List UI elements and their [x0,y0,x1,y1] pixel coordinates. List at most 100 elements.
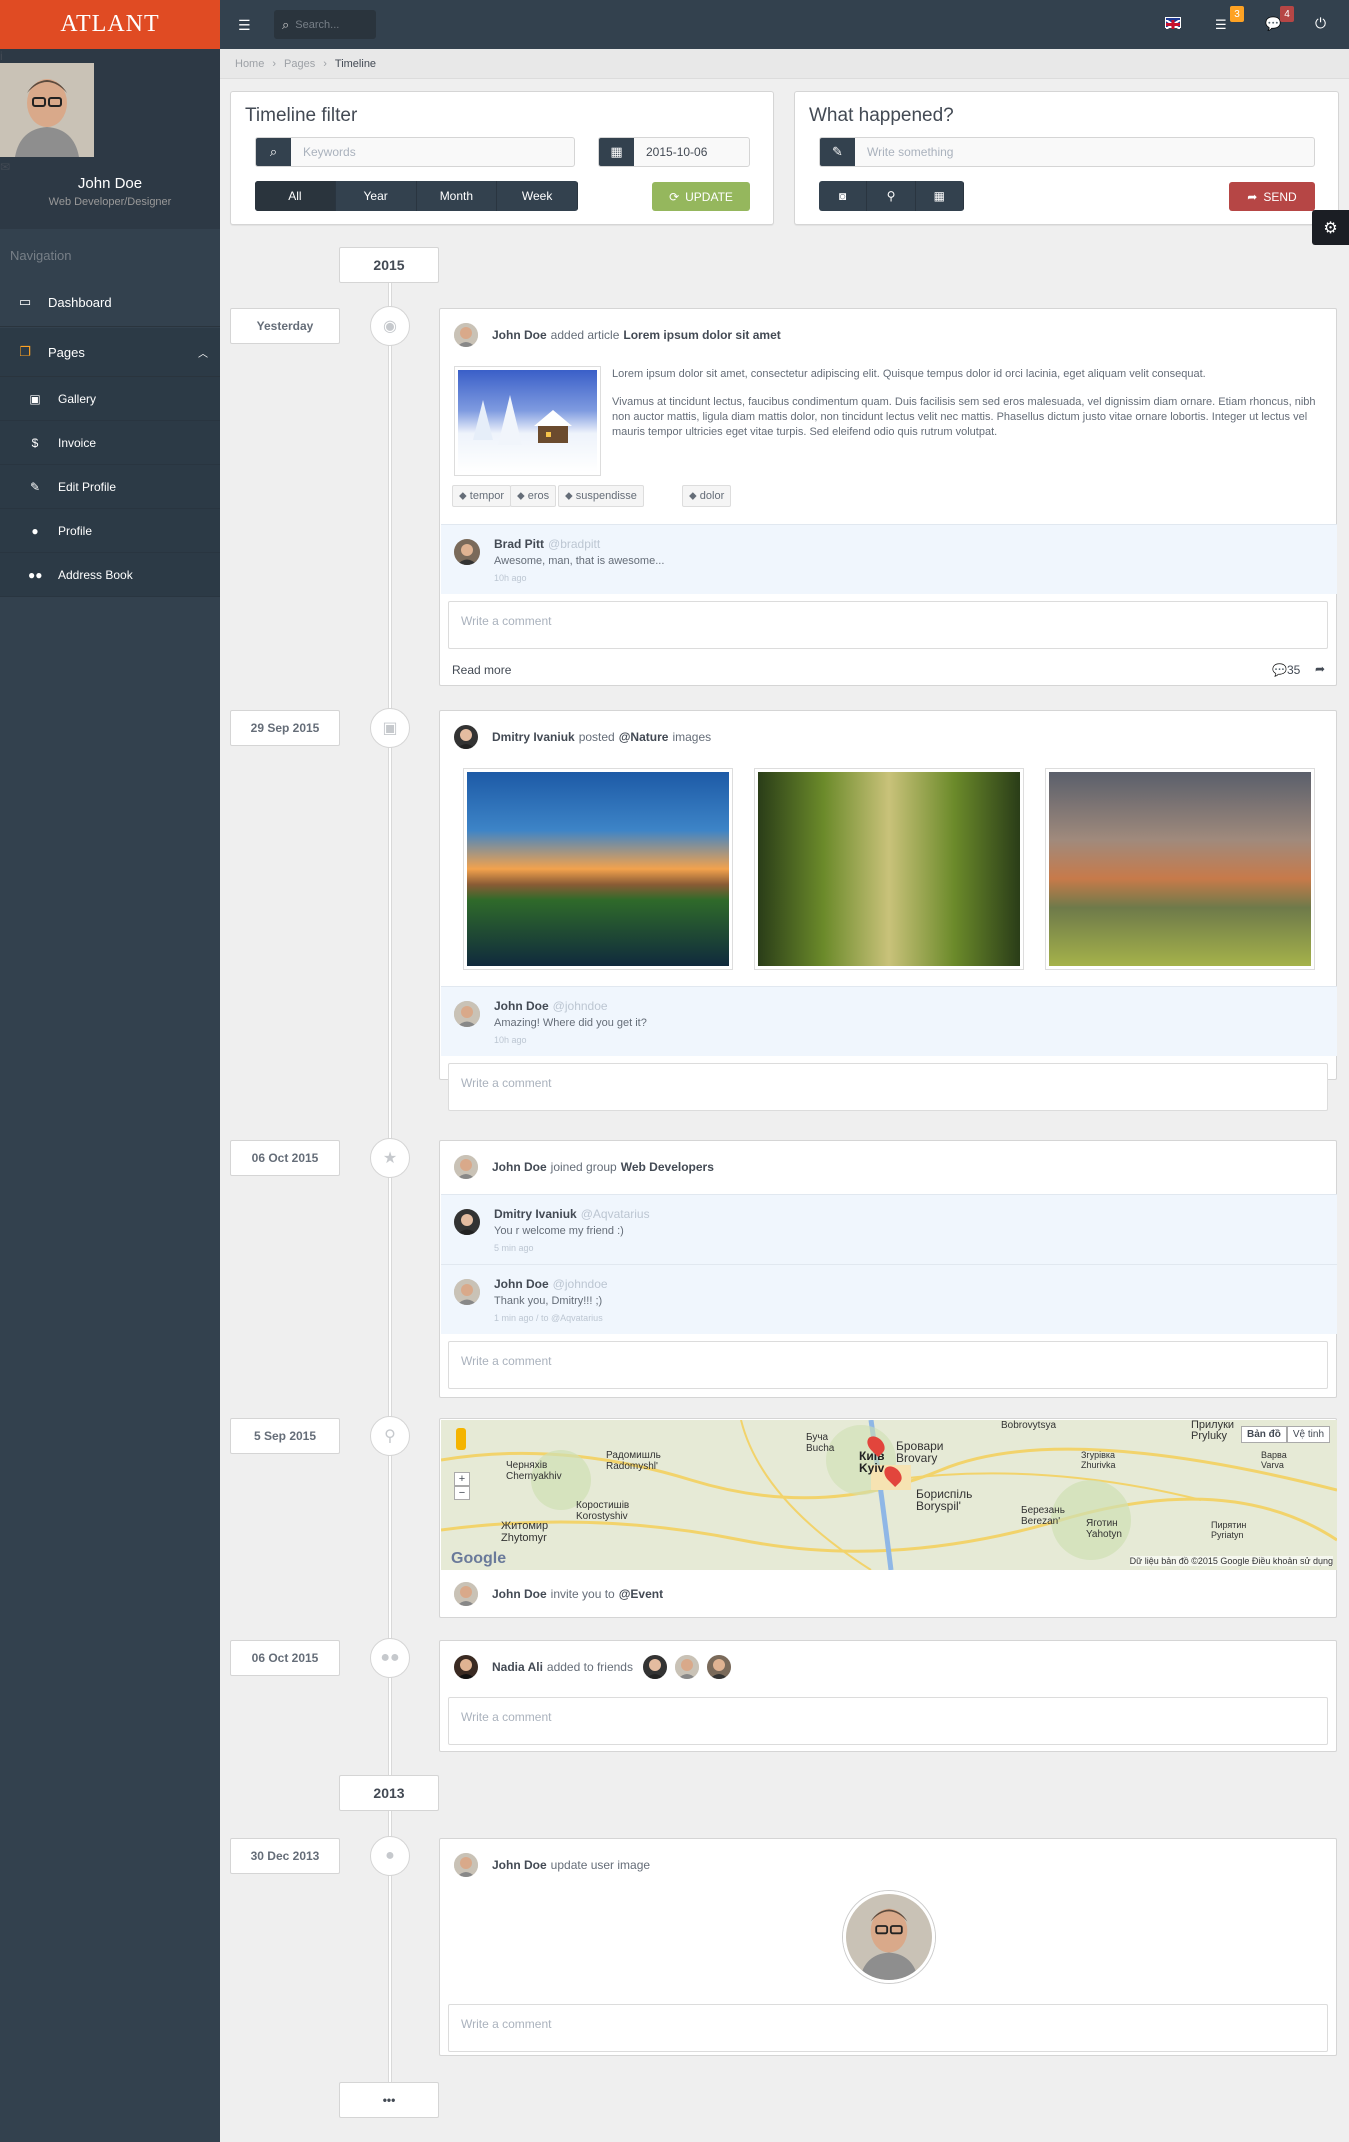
author-link[interactable]: Dmitry Ivaniuk [492,730,575,744]
tasks-badge: 3 [1230,6,1244,22]
timeline-article-card: John Doe added article Lorem ipsum dolor s… [439,308,1337,686]
flag-uk-icon[interactable] [1165,17,1181,30]
send-button[interactable]: ➦ SEND [1229,182,1315,211]
comment-input[interactable]: Write a comment [448,1341,1328,1389]
dollar-icon: $ [31,435,39,450]
update-button[interactable]: ⟳ UPDATE [652,182,750,211]
nav-item-dashboard[interactable]: ▭ Dashboard [0,278,220,327]
google-logo: Google [451,1550,507,1567]
camera-icon[interactable]: ◙ [819,181,868,211]
map-marker-icon[interactable]: ⚲ [867,181,916,211]
nav-sub-invoice[interactable]: $ Invoice [0,421,220,465]
range-all-button[interactable]: All [255,181,336,211]
map-type-map-button[interactable]: Bản đồ [1241,1426,1287,1443]
event-link[interactable]: @Event [619,1587,663,1601]
map-label: Коростишів Korostyshiv [576,1500,630,1522]
comment-input[interactable]: Write a comment [448,1063,1328,1111]
range-year-button[interactable]: Year [336,181,417,211]
range-week-button[interactable]: Week [497,181,578,211]
share-icon[interactable]: ➦ [1315,662,1325,676]
comment-input[interactable]: Write a comment [448,1697,1328,1745]
tag[interactable]: ⬥ dolor [682,485,732,507]
updated-user-image[interactable] [843,1891,935,1983]
author-link[interactable]: John Doe [492,1858,547,1872]
timeline-group-card: John Doe joined group Web Developers Dmitr… [439,1140,1337,1398]
comment-input[interactable]: Write a comment [448,2004,1328,2052]
nav-sub-profile[interactable]: ● Profile [0,509,220,553]
commenter-name[interactable]: John Doe [494,999,549,1013]
user-icon: ● [31,523,39,538]
range-month-button[interactable]: Month [417,181,498,211]
nav-sub-edit-profile[interactable]: ✎ Edit Profile [0,465,220,509]
commenter-name[interactable]: John Doe [494,1277,549,1291]
globe-icon: ◉ [370,306,410,346]
keywords-input[interactable]: ⌕ Keywords [255,137,575,167]
friend-avatar[interactable] [706,1655,731,1679]
tag[interactable]: ⬥ tempor [452,485,512,507]
tag[interactable]: ⬥ suspendisse [558,485,644,507]
profile-card: i ✉ John Doe Web Developer/Designer [0,49,220,229]
avatar [454,1209,480,1235]
avatar [454,1582,478,1606]
comment-icon: 💬 [1272,663,1287,677]
map-label: Яготин Yahotyn [1086,1518,1122,1540]
power-icon[interactable]: ⏻ [1315,15,1326,32]
load-more-button[interactable]: ••• [339,2082,439,2118]
mail-icon[interactable]: ✉ [0,160,220,174]
article-image[interactable] [454,366,601,476]
breadcrumb-pages[interactable]: Pages [284,58,315,70]
date-input[interactable]: ▦ 2015-10-06 [598,137,750,167]
commenter-name[interactable]: Dmitry Ivaniuk [494,1207,577,1221]
app-logo[interactable]: ATLANT [0,0,220,49]
author-link[interactable]: John Doe [492,328,547,342]
calendar-icon[interactable]: ▦ [916,181,964,211]
messages-badge: 4 [1280,6,1294,22]
post-input[interactable]: ✎ Write something [819,137,1315,167]
author-link[interactable]: Nadia Ali [492,1660,543,1674]
group-link[interactable]: Web Developers [621,1160,714,1174]
avatar [454,1279,480,1305]
nav-sub-address-book[interactable]: ●● Address Book [0,553,220,597]
nav-sub-gallery[interactable]: ▣ Gallery [0,377,220,421]
sidebar: ATLANT i ✉ John Doe Web Developer/Design… [0,0,220,2142]
search-input[interactable]: ⌕ Search... [274,10,376,39]
author-link[interactable]: John Doe [492,1160,547,1174]
nature-photo-1[interactable] [463,768,733,970]
pegman-icon[interactable] [456,1428,466,1450]
commenter-name[interactable]: Brad Pitt [494,537,544,551]
read-more-link[interactable]: Read more [452,663,511,677]
menu-toggle-icon[interactable]: ☰ [238,17,251,34]
breadcrumb-home[interactable]: Home [235,58,264,70]
avatar [454,725,478,749]
zoom-out-button[interactable]: − [454,1486,470,1500]
info-icon[interactable]: i [0,49,220,63]
map-type-satellite-button[interactable]: Vệ tinh [1286,1426,1331,1443]
comments-count[interactable]: 💬 35 [1272,663,1300,677]
map[interactable]: + − Житомир Zhytomyr Коростишів Korostys… [441,1420,1337,1570]
zoom-in-button[interactable]: + [454,1472,470,1486]
tag-icon: ⬥ [517,489,528,502]
users-icon: ●● [28,567,43,582]
tag[interactable]: ⬥ eros [510,485,557,507]
messages-icon[interactable]: 💬 [1265,16,1281,32]
breadcrumb-current: Timeline [334,57,377,70]
friend-avatar[interactable] [674,1655,699,1679]
article-text-1: Lorem ipsum dolor sit amet, consectetur … [612,368,1206,380]
map-label: Житомир Zhytomyr [501,1520,549,1544]
group-link[interactable]: @Nature [619,730,669,744]
nature-photo-2[interactable] [754,768,1024,970]
friend-avatar[interactable] [642,1655,667,1679]
timeline-friends-card: Nadia Ali added to friends Write a commen… [439,1640,1337,1752]
comment-input[interactable]: Write a comment [448,601,1328,649]
nav-item-pages[interactable]: ❐ Pages ︿ [0,328,220,377]
date-label: Yesterday [230,308,340,344]
avatar [454,323,478,347]
nature-photo-3[interactable] [1045,768,1315,970]
timeline-map-card: + − Житомир Zhytomyr Коростишів Korostys… [439,1418,1337,1618]
author-link[interactable]: John Doe [492,1587,547,1601]
settings-gear-icon[interactable]: ⚙ [1312,210,1349,245]
date-label: 06 Oct 2015 [230,1140,340,1176]
tasks-icon[interactable]: ☰ [1215,17,1227,33]
article-link[interactable]: Lorem ipsum dolor sit amet [623,328,780,342]
search-icon: ⌕ [256,138,291,166]
